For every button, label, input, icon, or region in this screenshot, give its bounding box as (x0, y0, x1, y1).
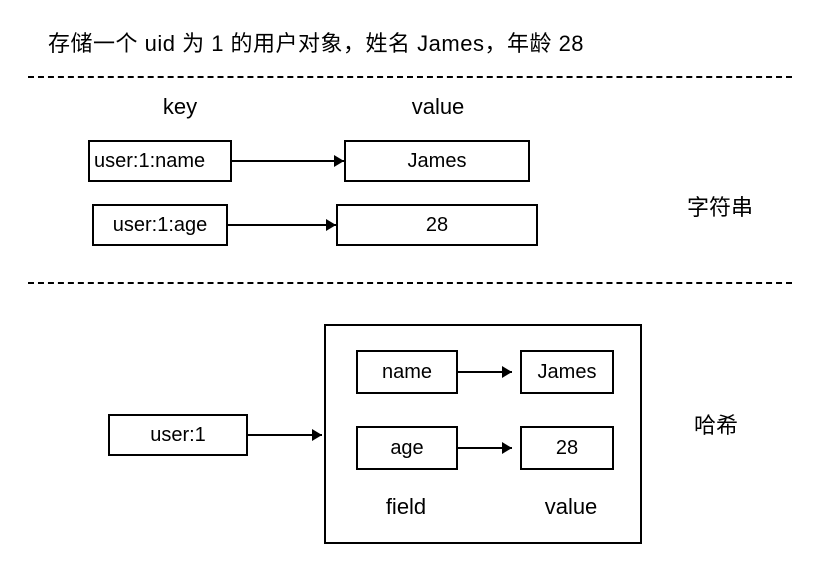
header-field: field (376, 494, 436, 520)
string-key-2: user:1:age (92, 204, 228, 246)
section-label-string: 字符串 (680, 190, 760, 222)
arrow-string-2 (228, 204, 348, 246)
header-value: value (398, 94, 478, 120)
string-value-1: James (344, 140, 530, 182)
divider-mid (28, 282, 792, 284)
string-key-1: user:1:name (88, 140, 232, 182)
hash-value-1: James (520, 350, 614, 394)
hash-value-2: 28 (520, 426, 614, 470)
hash-field-2: age (356, 426, 458, 470)
arrow-hash-1 (458, 350, 520, 394)
header-key: key (140, 94, 220, 120)
arrow-hash-2 (458, 426, 520, 470)
arrow-hash-key (248, 414, 330, 456)
arrow-string-1 (232, 140, 352, 182)
section-label-hash: 哈希 (686, 408, 746, 440)
string-value-2: 28 (336, 204, 538, 246)
hash-field-1: name (356, 350, 458, 394)
header-value2: value (536, 494, 606, 520)
divider-top (28, 76, 792, 78)
hash-key: user:1 (108, 414, 248, 456)
diagram-title: 存储一个 uid 为 1 的用户对象，姓名 James，年龄 28 (48, 26, 584, 58)
